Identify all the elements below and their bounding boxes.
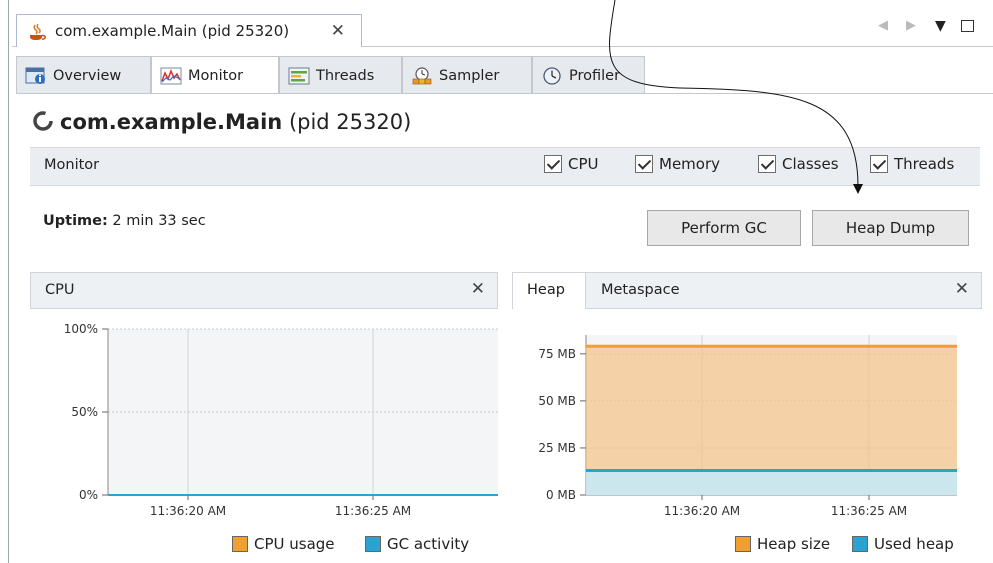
heap-legend-size: Heap size [735, 535, 830, 553]
cpu-chart: 11:36:20 AM 11:36:25 AM 100% 50% 0% [64, 322, 498, 518]
cpu-panel-header: CPU ✕ [30, 272, 498, 309]
checkbox-check-icon [544, 155, 562, 173]
dropdown-icon[interactable]: ▼ [935, 18, 946, 34]
y-tick-label: 75 MB [538, 347, 576, 361]
tab-heap[interactable]: Heap [513, 273, 586, 309]
heap-chart: 11:36:20 AM 11:36:25 AM 75 MB 50 MB 25 MB 0 M… [538, 335, 957, 518]
tab-sampler[interactable]: Sampler [402, 56, 532, 94]
checkbox-check-icon [870, 155, 888, 173]
tab-heap-label: Heap [527, 282, 565, 298]
close-heap-panel-icon[interactable]: ✕ [955, 279, 969, 299]
cpu-legend-usage: CPU usage [232, 535, 335, 553]
y-tick-label: 25 MB [538, 441, 576, 455]
overview-icon [25, 67, 45, 84]
uptime: Uptime: 2 min 33 sec [43, 213, 206, 229]
x-tick-label: 11:36:20 AM [664, 504, 740, 518]
gc-activity-legend-label: GC activity [387, 535, 470, 553]
page-title-class: com.example.Main [60, 110, 283, 134]
series-area-1 [586, 470, 957, 495]
y-tick-label: 0% [79, 488, 98, 502]
x-tick-label: 11:36:20 AM [150, 504, 226, 518]
java-app-icon [30, 23, 46, 40]
page-title-pid: (pid 25320) [288, 110, 412, 134]
left-edge-divider [8, 0, 9, 563]
scroll-left-icon[interactable]: ◀ [878, 18, 888, 33]
y-tick-label: 0 MB [546, 488, 576, 502]
close-cpu-panel-icon[interactable]: ✕ [471, 279, 485, 299]
tab-overview[interactable]: Overview [16, 56, 151, 94]
cpu-usage-swatch [232, 536, 248, 552]
threads-checkbox[interactable]: Threads [870, 155, 954, 173]
used-heap-swatch [852, 536, 868, 552]
plot-area [108, 329, 498, 495]
sampler-icon [412, 66, 432, 84]
profiler-icon [543, 66, 561, 85]
uptime-label: Uptime: [43, 213, 108, 229]
tab-overview-label: Overview [53, 67, 122, 84]
close-tab-icon[interactable]: ✕ [331, 21, 345, 41]
tab-threads[interactable]: Threads [279, 56, 402, 94]
heap-panel-header: Heap Metaspace ✕ [512, 272, 982, 309]
cpu-panel-title: CPU [45, 282, 75, 298]
page-title: com.example.Main (pid 25320) [32, 110, 411, 134]
heap-legend-used: Used heap [852, 535, 954, 553]
heap-size-swatch [735, 536, 751, 552]
document-tab-label: com.example.Main (pid 25320) [55, 22, 290, 40]
loading-spinner-icon [33, 111, 53, 131]
annotation-arrow [609, 0, 863, 194]
y-tick-label: 100% [64, 322, 98, 336]
tab-sampler-label: Sampler [439, 67, 500, 84]
tab-threads-label: Threads [316, 67, 375, 84]
y-tick-label: 50% [71, 405, 98, 419]
maximize-icon[interactable] [961, 20, 974, 32]
monitor-icon [160, 67, 182, 84]
x-tick-label: 11:36:25 AM [335, 504, 411, 518]
used-heap-legend-label: Used heap [874, 535, 954, 553]
perform-gc-button[interactable]: Perform GC [647, 210, 801, 246]
monitor-title: Monitor [44, 157, 100, 173]
scroll-right-icon[interactable]: ▶ [906, 18, 916, 33]
uptime-value: 2 min 33 sec [112, 213, 206, 229]
tab-monitor-label: Monitor [188, 67, 244, 84]
gc-activity-swatch [365, 536, 381, 552]
threads-icon [288, 67, 310, 84]
threads-checkbox-label: Threads [894, 155, 955, 173]
heap-size-legend-label: Heap size [757, 535, 831, 553]
cpu-usage-legend-label: CPU usage [254, 535, 335, 553]
cpu-legend-gc: GC activity [365, 535, 469, 553]
x-tick-label: 11:36:25 AM [831, 504, 907, 518]
heap-dump-button[interactable]: Heap Dump [812, 210, 969, 246]
document-tab[interactable]: com.example.Main (pid 25320) ✕ [16, 14, 362, 47]
tab-metaspace[interactable]: Metaspace [601, 282, 680, 298]
y-tick-label: 50 MB [538, 394, 576, 408]
tab-monitor[interactable]: Monitor [151, 56, 279, 94]
